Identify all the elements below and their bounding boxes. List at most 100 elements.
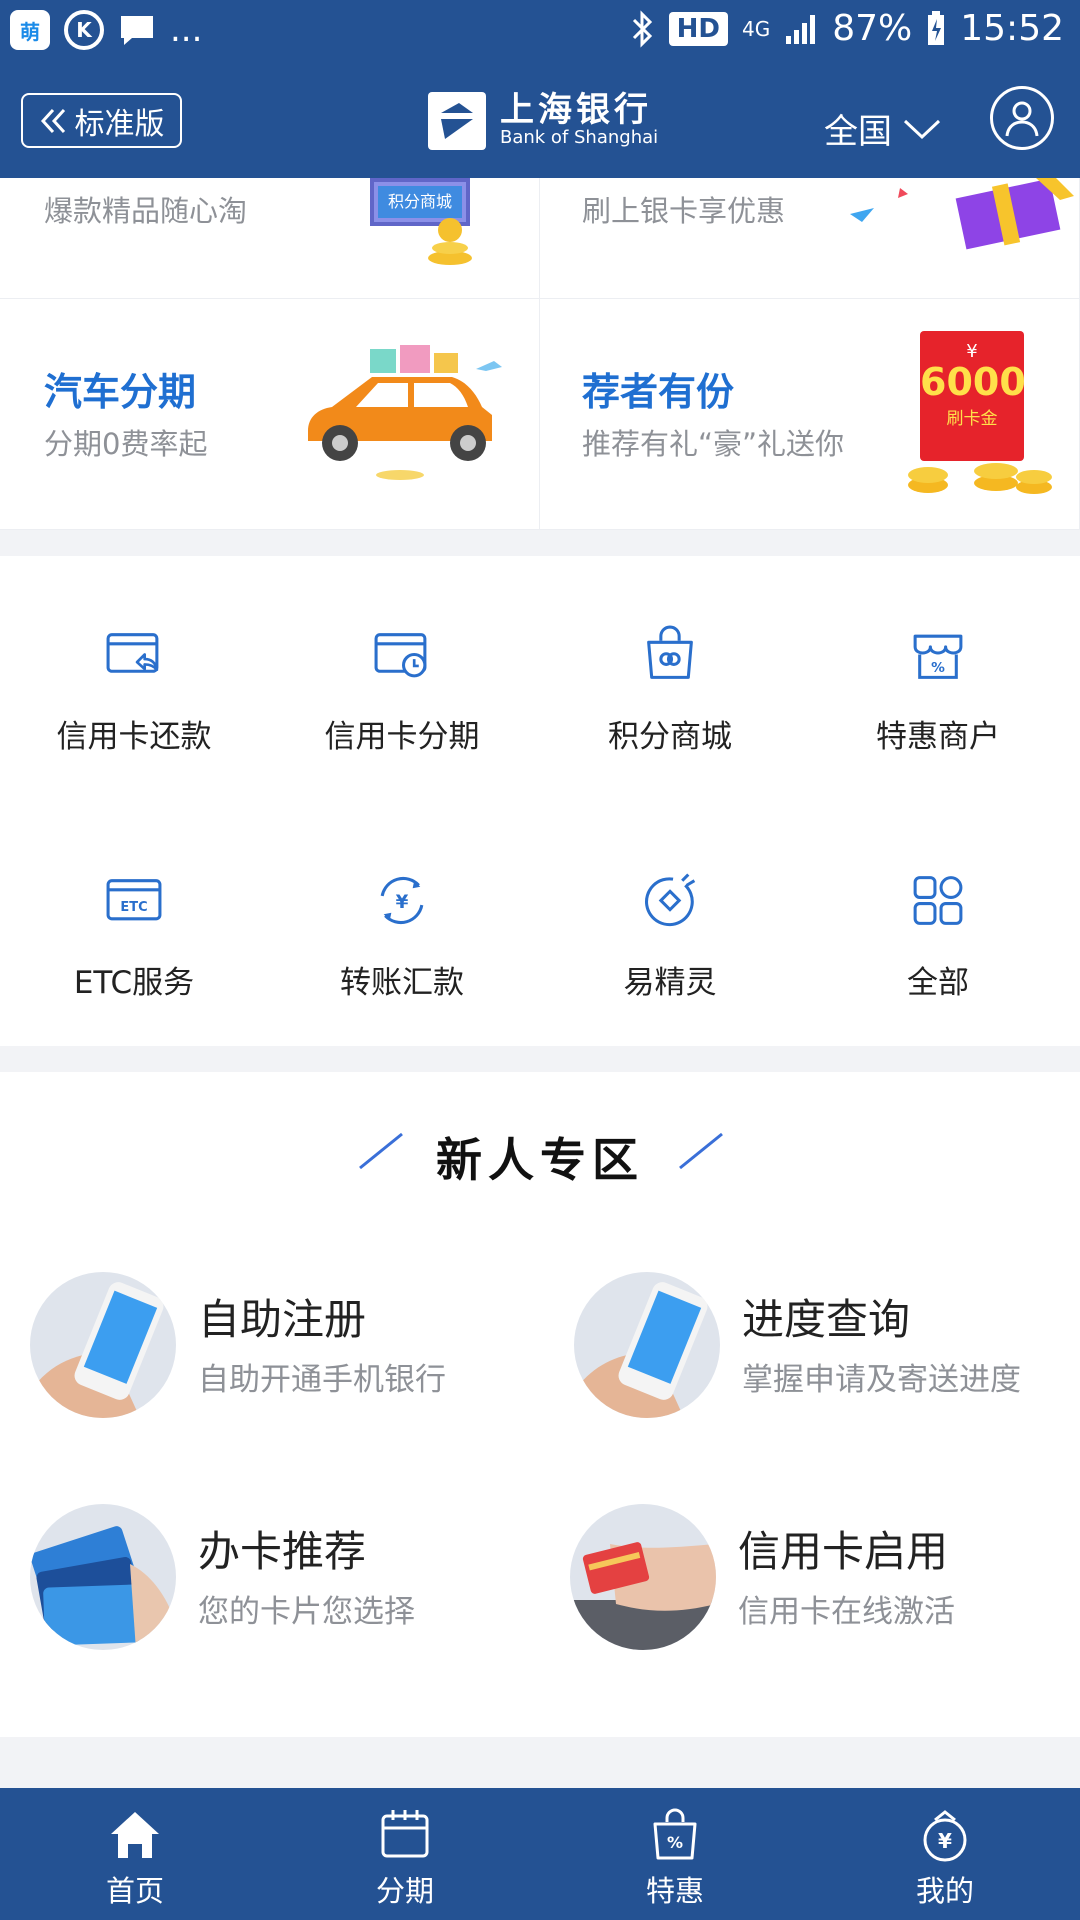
bluetooth-icon (632, 9, 652, 48)
message-icon (121, 16, 153, 45)
promo-subtitle: 分期0费率起 (44, 427, 208, 461)
service-genie[interactable]: 易精灵 (536, 802, 804, 1002)
k-notification-icon: K (64, 10, 104, 50)
status-bar: 萌 K ... HD 4G 87% 15:52 (0, 0, 1080, 66)
discount-shop-icon: % (913, 634, 963, 679)
promo-title: 汽车分期 (44, 370, 197, 414)
bank-logo-mark (428, 92, 486, 150)
bank-name-cn: 上海银行 (500, 90, 652, 130)
progress-query-item[interactable]: 进度查询 掌握申请及寄送进度 (574, 1272, 1080, 1432)
service-label: ETC服务 (73, 965, 195, 1001)
promo-car-installment[interactable]: 汽车分期 分期0费率起 (0, 299, 540, 530)
service-label: 全部 (907, 965, 969, 1001)
battery-charging-icon (928, 10, 945, 45)
phone-in-hand-image (574, 1272, 720, 1418)
item-title: 自助注册 (198, 1295, 367, 1344)
promo-grid: 爆款精品随心淘 积分商城 刷上银卡享优惠 汽车分期 分期0费率起 荐者有份 推荐… (0, 178, 1080, 530)
card-recommend-item[interactable]: 办卡推荐 您的卡片您选择 (30, 1504, 550, 1664)
promo-title: 荐者有份 (582, 370, 735, 414)
transfer-icon: ¥ (380, 876, 424, 925)
tab-home[interactable]: 首页 (0, 1788, 270, 1920)
card-clock-icon (374, 633, 427, 678)
chevron-down-icon (903, 119, 941, 139)
promo-card-offer[interactable]: 刷上银卡享优惠 (540, 178, 1080, 299)
promo-subtitle: 刷上银卡享优惠 (582, 194, 786, 228)
genie-icon (644, 873, 696, 927)
home-icon (111, 1812, 159, 1858)
service-discount-merchants[interactable]: % 特惠商户 (804, 556, 1072, 756)
region-selector[interactable]: 全国 (824, 104, 942, 153)
promo-subtitle: 爆款精品随心淘 (44, 194, 248, 228)
svg-text:%: % (667, 1833, 683, 1852)
service-label: 信用卡还款 (56, 719, 212, 755)
service-grid: 信用卡还款 信用卡分期 积分商城 % 特惠商户 ETC ETC服务 ¥ 转账汇款… (0, 556, 1080, 1046)
ticket-currency: ¥ (966, 341, 978, 362)
service-etc[interactable]: ETC ETC服务 (0, 802, 268, 1002)
item-title: 进度查询 (742, 1295, 911, 1344)
svg-text:¥: ¥ (938, 1829, 952, 1853)
gift-box-icon (850, 178, 1074, 250)
self-register-item[interactable]: 自助注册 自助开通手机银行 (30, 1272, 550, 1432)
tab-label: 我的 (915, 1874, 974, 1908)
svg-text:¥: ¥ (396, 892, 409, 913)
hd-badge: HD (668, 11, 728, 46)
tab-mine[interactable]: ¥ 我的 (810, 1788, 1080, 1920)
user-icon (1005, 101, 1039, 137)
gold-coins-icon (908, 463, 1052, 494)
bank-cards-image (30, 1504, 176, 1650)
service-label: 特惠商户 (876, 719, 1000, 755)
item-subtitle: 掌握申请及寄送进度 (742, 1362, 1021, 1398)
new-user-zone: 新人专区 自助注册 自助开通手机银行 进度查询 掌握申请及寄送进度 办卡推荐 您… (0, 1072, 1080, 1737)
promo-points-mall[interactable]: 爆款精品随心淘 积分商城 (0, 178, 540, 299)
promo-referral[interactable]: 荐者有份 推荐有礼“豪”礼送你 ¥ 6000 刷卡金 (540, 299, 1080, 530)
item-subtitle: 自助开通手机银行 (198, 1362, 446, 1398)
tab-label: 首页 (105, 1874, 164, 1908)
grid-icon (913, 876, 963, 925)
app-header: 标准版 上海银行 Bank of Shanghai 全国 (0, 66, 1080, 178)
tab-installment[interactable]: 分期 (270, 1788, 540, 1920)
more-notifications: ... (170, 10, 203, 50)
service-label: 转账汇款 (340, 965, 464, 1001)
gold-coins-icon (428, 218, 472, 265)
wallet-icon: ¥ (923, 1810, 967, 1862)
card-activation-image (570, 1504, 716, 1650)
discount-bag-icon: % (653, 1808, 697, 1860)
title-slash-right (679, 1132, 723, 1170)
car-illustration (308, 345, 502, 480)
section-title: 新人专区 (436, 1133, 644, 1187)
bank-name-en: Bank of Shanghai (500, 127, 659, 148)
region-label: 全国 (824, 112, 892, 152)
standard-version-button[interactable]: 标准版 (21, 93, 182, 148)
item-title: 办卡推荐 (198, 1527, 367, 1576)
battery-percent: 87% (832, 8, 913, 49)
tab-label: 特惠 (645, 1874, 704, 1908)
card-return-icon (106, 633, 159, 673)
app-notification-icon: 萌 (10, 10, 50, 50)
svg-text:%: % (931, 660, 945, 676)
item-subtitle: 您的卡片您选择 (198, 1594, 415, 1630)
standard-version-label: 标准版 (74, 106, 165, 142)
card-activation-item[interactable]: 信用卡启用 信用卡在线激活 (570, 1504, 1080, 1664)
ticket-amount: 6000 (920, 360, 1026, 404)
double-chevron-left-icon (40, 108, 65, 133)
service-transfer[interactable]: ¥ 转账汇款 (268, 802, 536, 1002)
tab-discount[interactable]: % 特惠 (540, 1788, 810, 1920)
promo-subtitle: 推荐有礼“豪”礼送你 (582, 427, 845, 461)
phone-in-hand-image (30, 1272, 176, 1418)
service-points-mall[interactable]: 积分商城 (536, 556, 804, 756)
service-label: 易精灵 (623, 965, 717, 1001)
tab-label: 分期 (375, 1874, 434, 1908)
bottom-tab-bar: 首页 分期 % 特惠 ¥ 我的 (0, 1788, 1080, 1920)
service-card-repayment[interactable]: 信用卡还款 (0, 556, 268, 756)
ticket-label: 刷卡金 (946, 409, 998, 429)
signal-icon (786, 14, 816, 44)
service-card-installment[interactable]: 信用卡分期 (268, 556, 536, 756)
service-label: 积分商城 (608, 719, 732, 755)
etc-icon: ETC (106, 879, 162, 921)
service-all[interactable]: 全部 (804, 802, 1072, 1002)
service-label: 信用卡分期 (324, 719, 480, 755)
item-title: 信用卡启用 (738, 1527, 949, 1576)
shopping-bag-icon (647, 625, 693, 679)
user-profile-button[interactable] (990, 86, 1054, 150)
svg-text:ETC: ETC (120, 900, 147, 915)
